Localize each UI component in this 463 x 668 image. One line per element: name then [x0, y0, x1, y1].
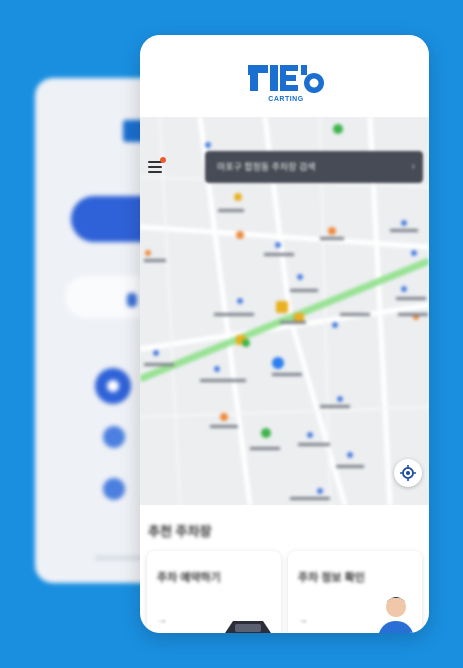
arrow-right-icon: → — [298, 615, 308, 626]
app-logo: CARTING — [246, 61, 326, 105]
service-card[interactable]: 주차 예약하기 → — [147, 551, 281, 633]
locate-button[interactable] — [394, 459, 422, 487]
menu-button[interactable] — [146, 157, 166, 177]
person-icon — [379, 597, 413, 633]
app-screen: CARTING 마포구 합정동 주차장 검색 › 추천 주차장 주차 예약하기 … — [140, 35, 429, 633]
carting-logo-icon — [248, 65, 324, 93]
section-title: 추천 주차장 — [148, 524, 212, 539]
car-icon — [225, 621, 271, 633]
logo-subtitle: CARTING — [268, 96, 304, 103]
notification-dot — [160, 157, 166, 163]
app-header: CARTING — [140, 35, 429, 117]
service-card[interactable]: 주차 정보 확인 → — [288, 551, 422, 633]
card-title: 주차 정보 확인 — [298, 572, 365, 584]
crosshair-icon — [400, 465, 416, 481]
background-lock-icon — [127, 293, 137, 307]
card-title: 주차 예약하기 — [157, 572, 221, 584]
search-bar[interactable]: 마포구 합정동 주차장 검색 › — [205, 151, 423, 183]
map-view[interactable]: 마포구 합정동 주차장 검색 › — [140, 117, 429, 505]
background-option-dot — [103, 426, 125, 448]
background-option-dot — [103, 478, 125, 500]
chevron-right-icon: › — [411, 161, 415, 172]
arrow-right-icon: → — [157, 615, 167, 626]
search-bar-text: 마포구 합정동 주차장 검색 — [217, 162, 316, 172]
background-radio-inner — [107, 380, 119, 392]
